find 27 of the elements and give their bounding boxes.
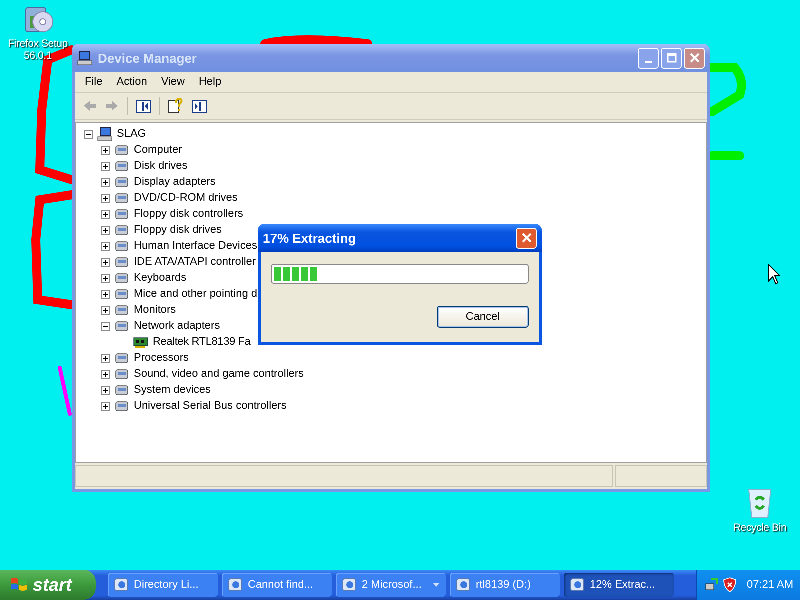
program-icon	[228, 577, 244, 593]
pointer-cursor-icon	[768, 264, 782, 286]
computer-icon	[77, 50, 93, 66]
windows-flag-icon	[10, 577, 28, 593]
taskbar-button[interactable]: 2 Microsof...	[336, 573, 446, 597]
taskbar-button[interactable]: Directory Li...	[108, 573, 218, 597]
taskbar-button[interactable]: 12% Extrac...	[564, 573, 674, 597]
cancel-button[interactable]: Cancel	[437, 306, 529, 328]
program-icon	[342, 577, 358, 593]
close-icon	[690, 53, 700, 63]
program-icon	[456, 577, 472, 593]
minimize-icon	[645, 60, 652, 62]
computer-icon	[97, 126, 113, 142]
taskbar-button[interactable]: Cannot find...	[222, 573, 332, 597]
shield-icon	[723, 577, 737, 593]
close-button[interactable]	[516, 228, 537, 248]
caret-icon	[433, 583, 440, 587]
start-button[interactable]: start	[0, 570, 96, 600]
maximize-icon	[666, 53, 676, 63]
clock: 07:21 AM	[747, 579, 794, 591]
window-title: Device Manager	[98, 50, 198, 66]
close-icon	[522, 233, 532, 243]
program-icon	[570, 577, 586, 593]
window-title: 17% Extracting	[263, 230, 358, 246]
network-icon	[705, 578, 719, 592]
taskbar-button[interactable]: rtl8139 (D:)	[450, 573, 560, 597]
program-icon	[114, 577, 130, 593]
